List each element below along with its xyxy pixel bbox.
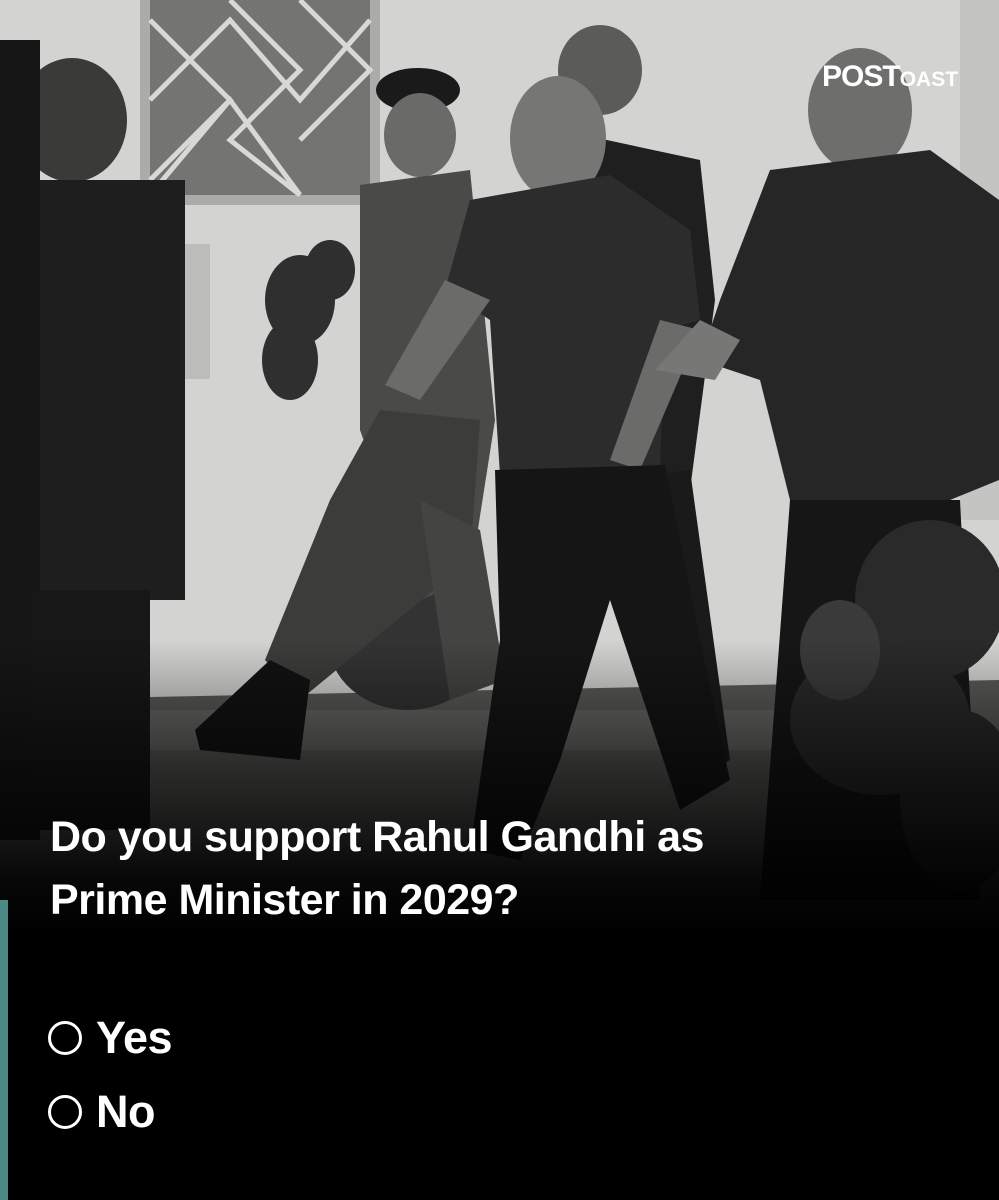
postoast-logo: POSTOAST [822,60,958,94]
poll-card: POSTOAST Do you support Rahul Gandhi as … [0,0,999,1200]
option-yes[interactable]: Yes [48,1008,173,1068]
window [140,0,380,205]
radio-circle-icon[interactable] [48,1095,82,1129]
news-photo [0,0,999,930]
question-line-1: Do you support Rahul Gandhi as [50,813,704,861]
option-no-label: No [96,1086,156,1137]
radio-circle-icon[interactable] [48,1021,82,1055]
logo-primary: POST [822,60,901,93]
poll-question: Do you support Rahul Gandhi as Prime Min… [50,806,950,932]
option-no[interactable]: No [48,1082,172,1142]
logo-secondary: OAST [899,68,959,91]
option-yes-label: Yes [96,1012,173,1063]
poll-options: Yes No [48,1008,173,1156]
left-accent-strip [0,900,8,1200]
question-line-2: Prime Minister in 2029? [50,876,519,924]
